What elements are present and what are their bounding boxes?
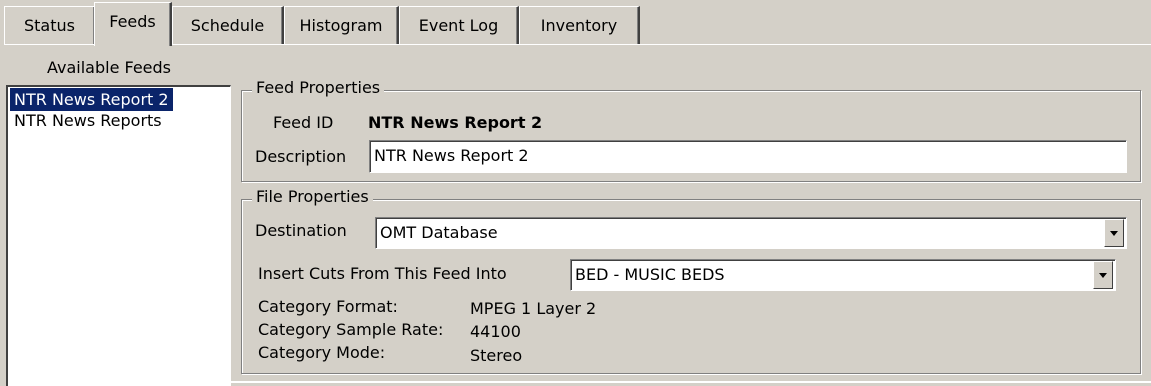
tab-event-log[interactable]: Event Log xyxy=(399,6,519,44)
insert-cuts-label: Insert Cuts From This Feed Into xyxy=(258,264,507,283)
available-feeds-title: Available Feeds xyxy=(47,58,172,77)
tab-feeds[interactable]: Feeds xyxy=(94,2,172,46)
tab-histogram[interactable]: Histogram xyxy=(284,6,399,44)
feed-properties-title: Feed Properties xyxy=(252,78,385,97)
category-sample-rate-label: Category Sample Rate: xyxy=(258,320,444,339)
destination-dropdown-button[interactable] xyxy=(1104,219,1124,247)
category-sample-rate-value: 44100 xyxy=(470,322,521,341)
tab-inventory[interactable]: Inventory xyxy=(519,6,640,44)
insert-cuts-value: BED - MUSIC BEDS xyxy=(575,265,725,284)
feed-id-value: NTR News Report 2 xyxy=(368,113,543,132)
category-format-label: Category Format: xyxy=(258,297,398,316)
list-item[interactable]: NTR News Reports xyxy=(10,109,166,132)
tab-schedule[interactable]: Schedule xyxy=(172,6,284,44)
category-format-value: MPEG 1 Layer 2 xyxy=(470,299,597,318)
description-field[interactable]: NTR News Report 2 xyxy=(369,140,1127,173)
insert-cuts-select[interactable]: BED - MUSIC BEDS xyxy=(570,259,1116,291)
destination-select[interactable]: OMT Database xyxy=(375,217,1127,249)
destination-label: Destination xyxy=(255,221,347,240)
panel-bottom-edge xyxy=(231,381,1151,383)
tab-status[interactable]: Status xyxy=(4,6,96,44)
category-mode-label: Category Mode: xyxy=(258,343,386,362)
feeds-listbox[interactable]: NTR News Report 2 NTR News Reports xyxy=(6,85,231,386)
description-label: Description xyxy=(255,147,347,166)
category-mode-value: Stereo xyxy=(470,346,523,365)
list-item[interactable]: NTR News Report 2 xyxy=(10,88,173,111)
chevron-down-icon xyxy=(1099,273,1107,278)
chevron-down-icon xyxy=(1110,231,1118,236)
tab-divider xyxy=(4,44,1151,45)
insert-cuts-dropdown-button[interactable] xyxy=(1093,261,1113,289)
feed-id-label: Feed ID xyxy=(273,113,334,132)
file-properties-title: File Properties xyxy=(252,187,373,206)
destination-value: OMT Database xyxy=(380,223,498,242)
